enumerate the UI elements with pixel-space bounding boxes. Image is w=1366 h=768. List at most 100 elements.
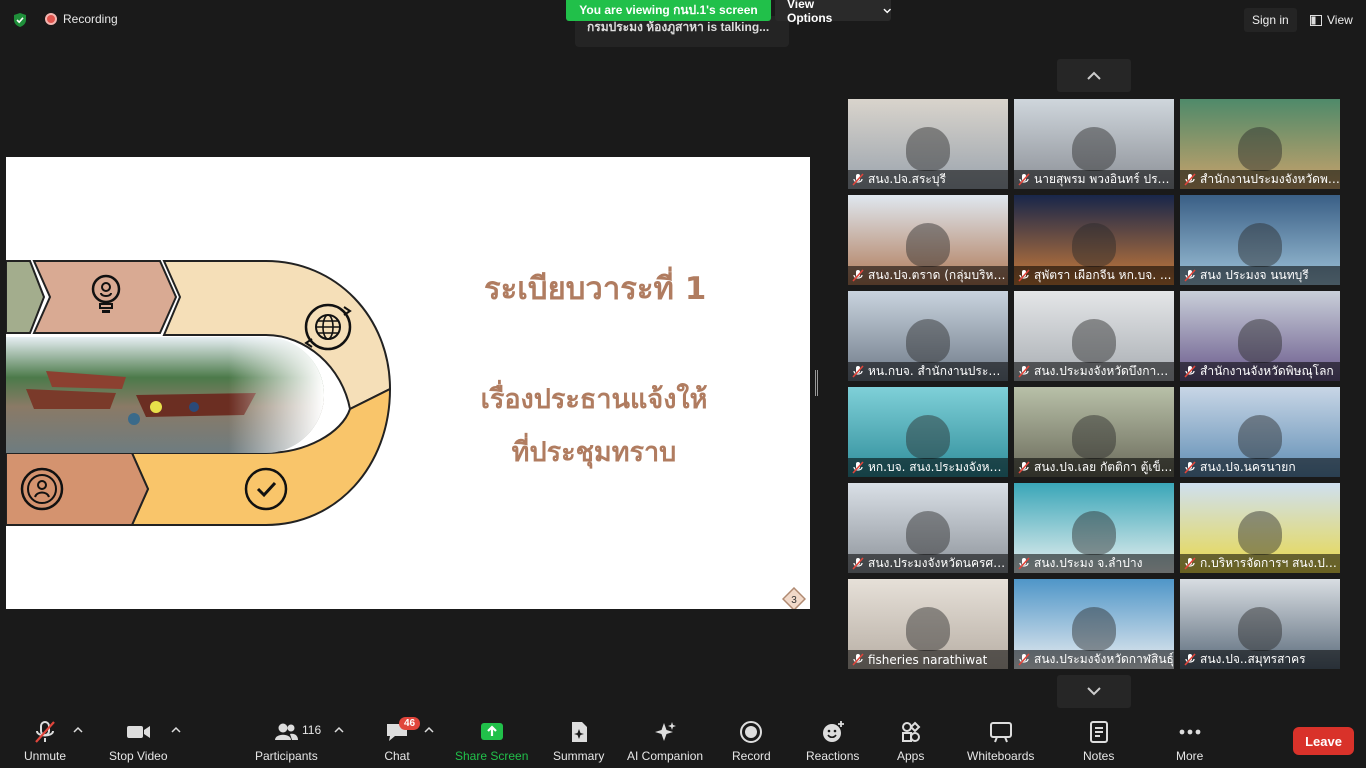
participant-video-tile[interactable]: สุพัตรา เผือกจีน หก.บจ. ... [1014,195,1174,285]
ai-companion-button[interactable]: AI Companion [627,720,703,763]
participant-name-bar: สนง.ประมง จ.ลำปาง [1014,554,1174,573]
arrow-block-pink [32,260,178,334]
participant-video-tile[interactable]: สนง.ประมง จ.ลำปาง [1014,483,1174,573]
split-resize-handle[interactable] [815,370,818,396]
participant-video-tile[interactable]: นายสุพรม พวงอินทร์ ประ... [1014,99,1174,189]
view-options-button[interactable]: View Options [775,0,891,25]
participant-silhouette [906,127,950,171]
recording-label: Recording [63,12,118,26]
participant-video-tile[interactable]: หน.กบจ. สำนักงานประมง... [848,291,1008,381]
ai-sparkle-icon [655,722,677,741]
participants-icon [275,723,299,740]
participant-video-tile[interactable]: ก.บริหารจัดการฯ สนง.ปม... [1180,483,1340,573]
sign-in-button[interactable]: Sign in [1244,8,1297,32]
stop-video-button[interactable]: Stop Video [109,720,168,763]
participant-name: ก.บริหารจัดการฯ สนง.ปม... [1200,556,1340,570]
slide-subtitle-line-1: เรื่องประธานแจ้งให้ [480,384,708,415]
participant-video-tile[interactable]: สนง.ปจ..สมุทรสาคร [1180,579,1340,669]
gallery-page-down-button[interactable] [1057,675,1131,708]
participant-video-tile[interactable]: สนง.ปจ.นครนายก [1180,387,1340,477]
muted-mic-icon [1184,461,1196,474]
participant-name: สุพัตรา เผือกจีน หก.บจ. ... [1034,268,1172,282]
viewing-screen-banner: You are viewing กนป.1's screen [566,0,771,21]
participant-name-bar: สุพัตรา เผือกจีน หก.บจ. ... [1014,266,1174,285]
muted-mic-icon [1184,557,1196,570]
notes-button[interactable]: Notes [1083,720,1114,763]
participant-video-tile[interactable]: สนง.ปจ.สระบุรี [848,99,1008,189]
participant-name: fisheries narathiwat [868,652,988,667]
apps-button[interactable]: Apps [897,720,924,763]
unmute-button[interactable]: Unmute [24,720,66,763]
participant-silhouette [906,607,950,651]
participant-video-tile[interactable]: สนง.ปจ.เลย กัตติกา ตู้เข็... [1014,387,1174,477]
participant-silhouette [1238,223,1282,267]
participant-name-bar: สนง.ประมงจังหวัดนครศรีธ... [848,554,1008,573]
recording-indicator[interactable]: Recording [45,12,118,26]
muted-mic-icon [1018,653,1030,666]
whiteboards-button[interactable]: Whiteboards [967,720,1034,763]
record-button[interactable]: Record [732,720,771,763]
participant-name-bar: สนง.ประมงจังหวัดกาฬสินธุ์ [1014,650,1174,669]
participant-name: สนง.ประมงจังหวัดกาฬสินธุ์ [1034,652,1174,666]
more-dots-icon [1179,729,1201,735]
participant-silhouette [1072,607,1116,651]
participant-name: สนง ประมงจ นนทบุรี [1200,268,1309,282]
participant-name: หน.กบจ. สำนักงานประมง... [868,364,1008,378]
participant-silhouette [906,415,950,459]
participants-options-caret-icon[interactable] [334,726,344,734]
participant-silhouette [1238,607,1282,651]
grid-view-icon [1310,14,1322,26]
muted-mic-icon [852,461,864,474]
participant-silhouette [906,511,950,555]
notes-icon [1089,721,1108,743]
muted-mic-icon [852,173,864,186]
chat-unread-badge: 46 [399,717,421,730]
view-button[interactable]: View [1302,8,1361,32]
participant-name-bar: สนง.ปจ.นครนายก [1180,458,1340,477]
gallery-page-up-button[interactable] [1057,59,1131,92]
audio-options-caret-icon[interactable] [73,726,83,734]
summary-button[interactable]: Summary [553,720,604,763]
participant-silhouette [1072,223,1116,267]
participant-video-tile[interactable]: fisheries narathiwat [848,579,1008,669]
participant-silhouette [906,319,950,363]
participant-video-tile[interactable]: สนง.ประมงจังหวัดบึงกาฬ ... [1014,291,1174,381]
participant-silhouette [906,223,950,267]
participant-video-tile[interactable]: สนง.ประมงจังหวัดกาฬสินธุ์ [1014,579,1174,669]
apps-icon [901,721,921,742]
share-screen-button[interactable]: Share Screen [455,720,528,763]
participant-name-bar: สนง.ปจ.ตราด (กลุ่มบริหา... [848,266,1008,285]
video-camera-icon [127,726,151,738]
video-options-caret-icon[interactable] [171,726,181,734]
participant-name-bar: นายสุพรม พวงอินทร์ ประ... [1014,170,1174,189]
participant-silhouette [1072,415,1116,459]
participant-name-bar: หก.บจ. สนง.ประมงจังหวัด... [848,458,1008,477]
muted-mic-icon [1018,173,1030,186]
participant-video-tile[interactable]: สนง.ปจ.ตราด (กลุ่มบริหา... [848,195,1008,285]
participant-video-tile[interactable]: สนง.ประมงจังหวัดนครศรีธ... [848,483,1008,573]
muted-mic-icon [852,269,864,282]
muted-mic-icon [1184,365,1196,378]
chevron-up-icon [1087,71,1101,80]
muted-mic-icon [1018,557,1030,570]
participant-silhouette [1238,415,1282,459]
more-button[interactable]: More [1176,720,1203,763]
participant-name: สำนักงานประมงจังหวัดพร... [1200,172,1340,186]
participant-name: สำนักงานจังหวัดพิษณุโลก [1200,364,1334,378]
chat-options-caret-icon[interactable] [424,726,434,734]
security-shield-icon[interactable] [12,12,28,28]
participant-name: สนง.ปจ..สมุทรสาคร [1200,652,1306,666]
participant-video-tile[interactable]: สนง ประมงจ นนทบุรี [1180,195,1340,285]
participant-video-tile[interactable]: สำนักงานจังหวัดพิษณุโลก [1180,291,1340,381]
participant-name-bar: สำนักงานประมงจังหวัดพร... [1180,170,1340,189]
meeting-toolbar: Unmute Stop Video Participants 116 Chat … [0,712,1366,768]
reactions-button[interactable]: Reactions [806,720,859,763]
leave-button[interactable]: Leave [1293,727,1354,755]
slide-page-label: 3 [791,595,797,606]
participant-video-tile[interactable]: หก.บจ. สนง.ประมงจังหวัด... [848,387,1008,477]
microphone-muted-icon [35,721,55,743]
recording-dot-icon [45,13,57,25]
participant-video-tile[interactable]: สำนักงานประมงจังหวัดพร... [1180,99,1340,189]
participant-name: สนง.ปจ.นครนายก [1200,460,1296,474]
muted-mic-icon [852,557,864,570]
